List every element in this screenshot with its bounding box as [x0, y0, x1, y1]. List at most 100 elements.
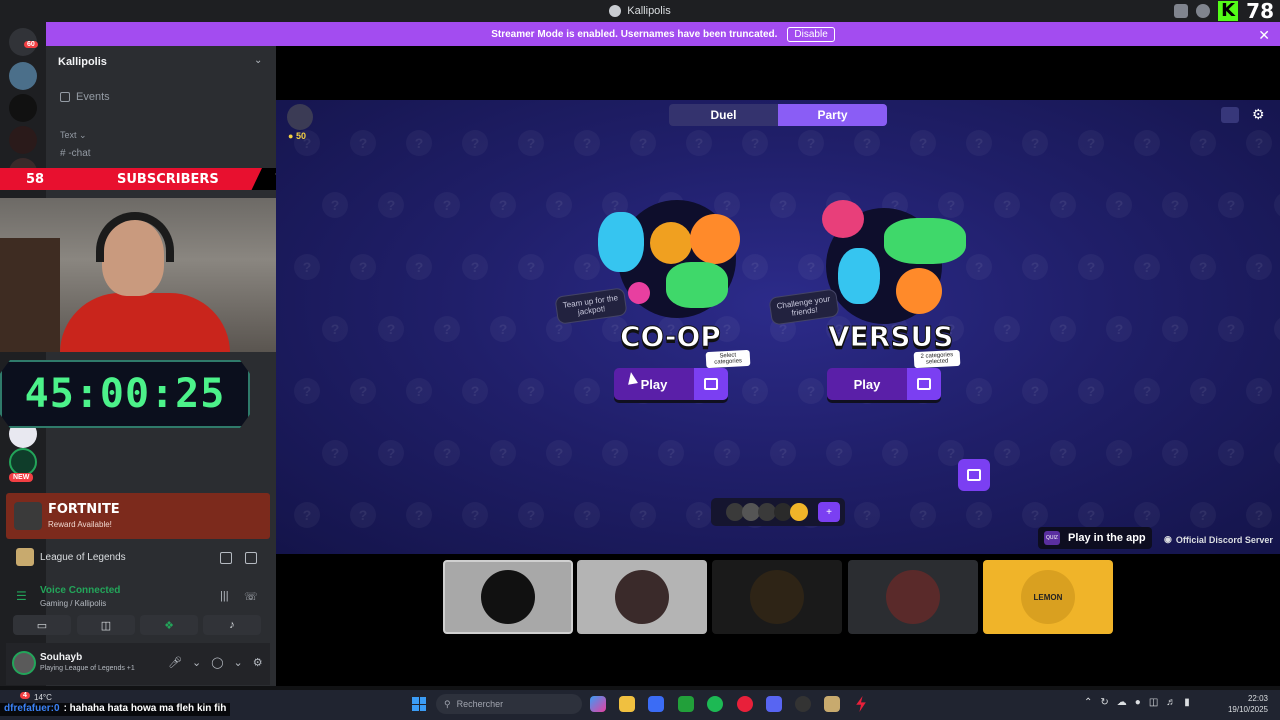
background-question-icon: ? [294, 502, 320, 528]
invite-player-button[interactable]: + [818, 502, 840, 522]
voice-location[interactable]: Gaming / Kallipolis [40, 599, 106, 608]
user-avatar[interactable] [12, 651, 36, 675]
coop-categories-button[interactable] [694, 368, 728, 400]
weather-widget[interactable]: 14°C [34, 693, 52, 702]
user-name[interactable]: Souhayb [40, 652, 82, 663]
xbox-app-icon[interactable] [678, 696, 694, 712]
chevron-down-icon[interactable]: ⌄ [192, 656, 201, 669]
taskbar-clock[interactable]: 22:03 19/10/2025 [1222, 693, 1268, 715]
background-question-icon: ? [1274, 192, 1280, 218]
opera-app-icon[interactable] [737, 696, 753, 712]
background-question-icon: ? [1050, 440, 1076, 466]
background-question-icon: ? [1162, 440, 1188, 466]
versus-play-button[interactable]: Play [827, 368, 907, 400]
cloud-icon[interactable]: ☁ [1117, 697, 1127, 708]
game-settings-icon[interactable]: ⚙ [1252, 106, 1265, 123]
streamer-mode-banner: Streamer Mode is enabled. Usernames have… [46, 22, 1280, 46]
activities-button[interactable]: ❖ [140, 615, 198, 635]
screen-share-icon[interactable] [220, 552, 232, 564]
clock-date: 19/10/2025 [1227, 705, 1268, 714]
microphone-icon[interactable]: 🎤︎ [168, 656, 182, 669]
chevron-down-icon[interactable]: ⌄ [234, 656, 243, 669]
background-question-icon: ? [1162, 192, 1188, 218]
battery-icon[interactable]: ▮ [1184, 697, 1190, 708]
windows-start-icon[interactable] [412, 697, 426, 711]
noise-suppression-icon[interactable]: ||| [220, 590, 229, 602]
language-flag-icon[interactable] [1221, 107, 1239, 123]
spotify-app-icon[interactable] [707, 696, 723, 712]
kick-logo-icon: K [1218, 1, 1239, 21]
server-icon-3[interactable] [9, 126, 37, 154]
participant-tile-3[interactable] [712, 560, 842, 634]
background-question-icon: ? [1134, 378, 1160, 404]
disconnect-icon[interactable]: ☏ [244, 590, 258, 603]
chevron-up-icon[interactable]: ⌃ [1084, 697, 1092, 708]
soundboard-button[interactable]: ♪ [203, 615, 261, 635]
microphone-icon[interactable]: ● [1135, 697, 1141, 708]
text-category[interactable]: Text ⌄ [60, 130, 87, 141]
copilot-app-icon[interactable] [590, 696, 606, 712]
participant-avatar-lemon: LEMON [1021, 570, 1075, 624]
stream-chat-overlay: dfrefafuer:0 : hahaha hata howa ma fleh … [0, 703, 231, 716]
background-question-icon: ? [434, 192, 460, 218]
background-question-icon: ? [798, 254, 824, 280]
coop-pink-monster [628, 282, 650, 304]
background-question-icon: ? [294, 378, 320, 404]
volume-icon[interactable]: ♬ [1166, 697, 1176, 708]
background-question-icon: ? [1218, 440, 1244, 466]
server-icon-6[interactable] [9, 448, 37, 476]
background-question-icon: ? [1134, 502, 1160, 528]
background-question-icon: ? [518, 254, 544, 280]
sync-icon[interactable]: ↻ [1100, 697, 1108, 708]
background-question-icon: ? [938, 192, 964, 218]
inbox-icon[interactable] [1174, 4, 1189, 18]
disable-streamer-mode-button[interactable]: Disable [787, 26, 835, 42]
categories-icon [704, 378, 718, 390]
settings-gear-icon[interactable]: ⚙ [253, 656, 263, 669]
participant-tile-1[interactable] [443, 560, 573, 634]
title-bar-right: K 78 [1174, 0, 1280, 23]
events-item[interactable]: Events [60, 91, 110, 103]
channel-chat[interactable]: # -chat [60, 148, 91, 159]
tab-duel[interactable]: Duel [669, 104, 778, 126]
obs-app-icon[interactable] [795, 696, 811, 712]
background-question-icon: ? [574, 502, 600, 528]
league-app-icon[interactable] [824, 696, 840, 712]
camera-off-button[interactable]: ▭ [13, 615, 71, 635]
headphones-icon[interactable]: ◯ [211, 656, 223, 669]
server-icon-bm[interactable] [9, 94, 37, 122]
player-avatar[interactable] [790, 503, 808, 521]
game-overlay-icon[interactable] [245, 552, 257, 564]
server-name[interactable]: Kallipolis [58, 56, 107, 68]
close-icon[interactable]: ✕ [1258, 27, 1270, 44]
categories-icon [917, 378, 931, 390]
help-icon[interactable] [1196, 4, 1211, 18]
fortnite-reward-card[interactable] [6, 493, 270, 539]
participant-tile-4[interactable] [848, 560, 978, 634]
background-question-icon: ? [854, 502, 880, 528]
participant-tile-5[interactable]: LEMON [983, 560, 1113, 634]
file-explorer-icon[interactable] [619, 696, 635, 712]
chevron-down-icon[interactable]: ⌄ [254, 55, 262, 66]
voice-connected-label[interactable]: Voice Connected [40, 585, 120, 596]
chat-button[interactable] [958, 459, 990, 491]
discord-app-icon[interactable] [766, 696, 782, 712]
background-question-icon: ? [1190, 378, 1216, 404]
channel-name: -chat [68, 148, 91, 159]
server-icon-kallipolis[interactable] [9, 62, 37, 90]
versus-categories-button[interactable] [907, 368, 941, 400]
background-question-icon: ? [574, 378, 600, 404]
share-screen-button[interactable]: ◫ [77, 615, 135, 635]
store-app-icon[interactable] [648, 696, 664, 712]
tab-party[interactable]: Party [778, 104, 887, 126]
play-in-app-button[interactable]: QUIZ Play in the app [1038, 527, 1152, 549]
official-server-link[interactable]: ◉ Official Discord Server [1164, 534, 1273, 545]
discord-icon: ◉ [1164, 534, 1172, 544]
network-icon[interactable]: ◫ [1149, 697, 1158, 708]
host-avatar[interactable] [287, 104, 313, 130]
coop-green-monster [666, 262, 728, 308]
background-question-icon: ? [686, 130, 712, 156]
participant-tile-2[interactable] [577, 560, 707, 634]
headphones-icon [96, 212, 174, 262]
taskbar-search[interactable]: ⚲ Rechercher [436, 694, 582, 714]
